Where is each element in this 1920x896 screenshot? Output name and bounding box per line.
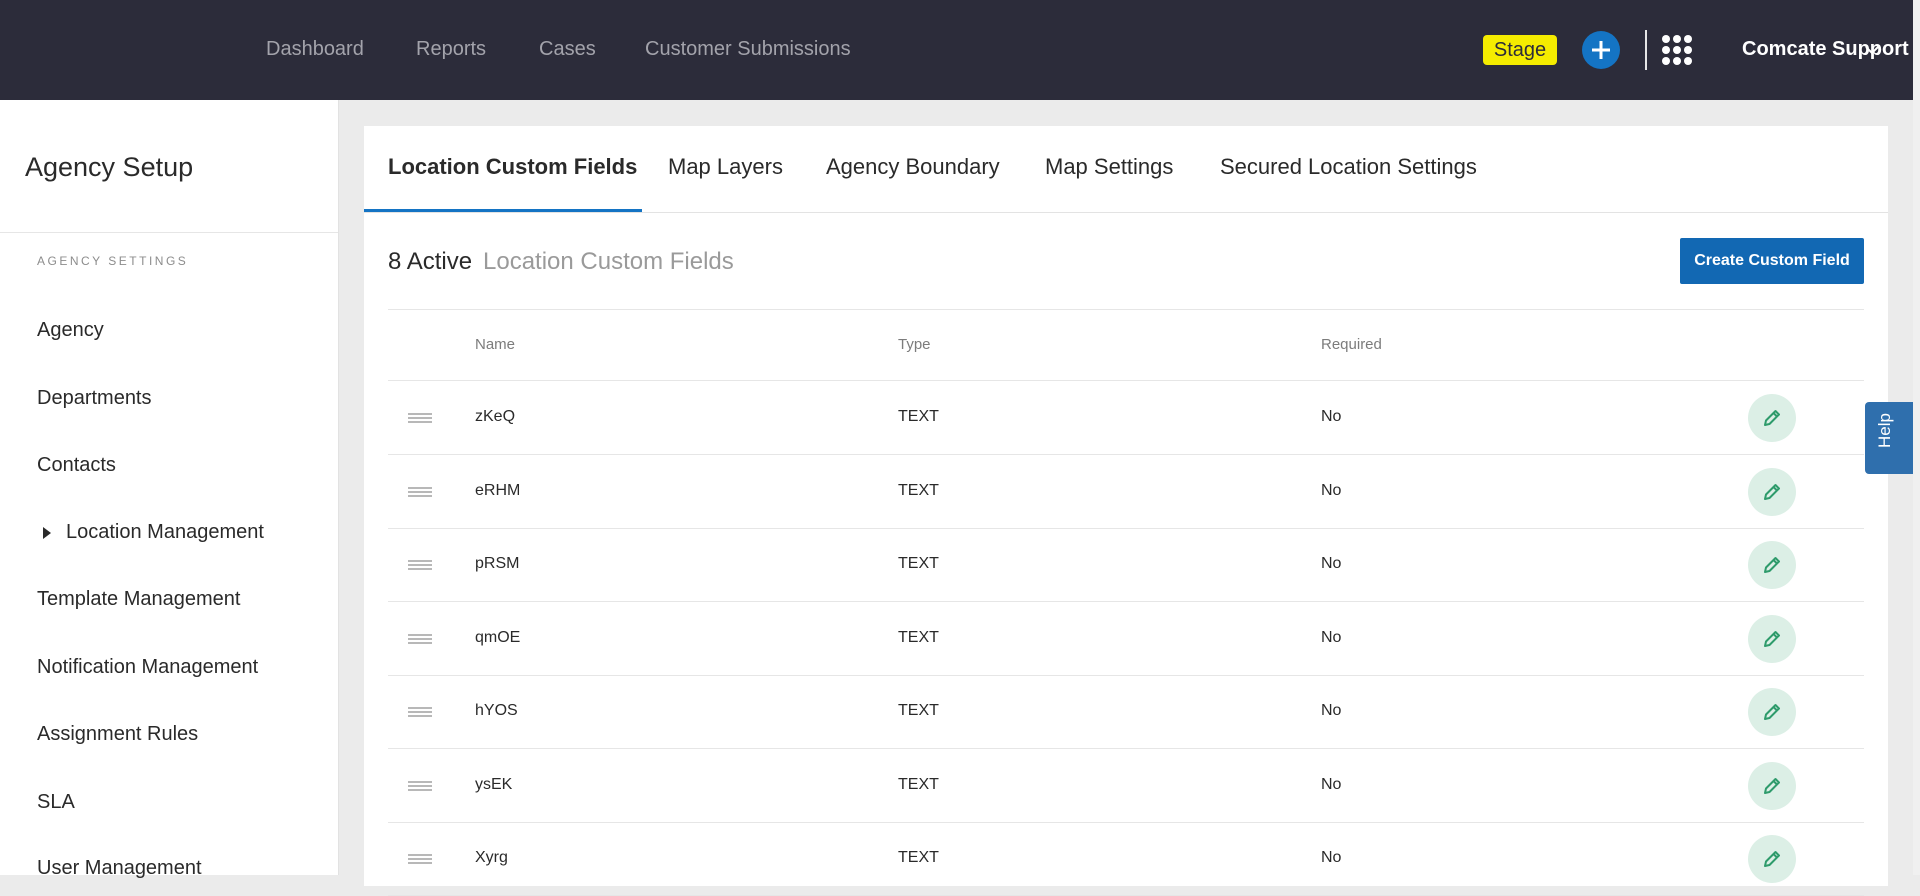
cell-type: TEXT xyxy=(898,775,939,793)
cell-required: No xyxy=(1321,702,1342,719)
drag-handle-icon[interactable] xyxy=(408,413,432,425)
sidebar-item-user-management[interactable]: User Management xyxy=(37,857,202,880)
drag-handle-icon[interactable] xyxy=(408,780,432,793)
environment-badge: Stage xyxy=(1483,35,1557,65)
cell-type: TEXT xyxy=(898,849,939,866)
content-card: Location Custom Fields Map Layers Agency… xyxy=(364,126,1888,896)
cell-name: hYOS xyxy=(475,702,518,719)
edit-button[interactable] xyxy=(1748,688,1796,736)
cell-type: TEXT xyxy=(898,702,939,719)
sidebar: Agency Setup AGENCY SETTINGS Agency Depa… xyxy=(0,100,339,879)
column-header-type: Type xyxy=(898,336,931,353)
edit-button[interactable] xyxy=(1748,541,1796,589)
drag-handle-icon[interactable] xyxy=(408,560,432,572)
tab-agency-boundary[interactable]: Agency Boundary xyxy=(826,154,1000,180)
add-button[interactable] xyxy=(1582,31,1620,69)
drag-handle-icon[interactable] xyxy=(408,707,432,719)
cell-type: TEXT xyxy=(898,408,939,425)
drag-handle-icon[interactable] xyxy=(408,633,432,646)
pencil-icon xyxy=(1764,630,1780,647)
pencil-icon xyxy=(1764,557,1780,573)
create-custom-field-button[interactable]: Create Custom Field xyxy=(1680,238,1864,284)
sidebar-title: Agency Setup xyxy=(25,152,194,182)
help-tab[interactable]: Help xyxy=(1865,402,1913,474)
cell-type: TEXT xyxy=(898,481,939,499)
sidebar-item-template-management[interactable]: Template Management xyxy=(37,588,240,611)
cell-required: No xyxy=(1321,775,1342,793)
sidebar-item-sla[interactable]: SLA xyxy=(37,791,75,814)
cell-required: No xyxy=(1321,849,1342,866)
pencil-icon xyxy=(1764,851,1780,867)
table-row: eRHM TEXT No xyxy=(388,455,1864,529)
table-row: zKeQ TEXT No xyxy=(388,381,1864,455)
page-scrollbar[interactable] xyxy=(1913,0,1920,875)
sidebar-item-location-management[interactable]: Location Management xyxy=(66,521,264,544)
cell-required: No xyxy=(1321,408,1342,425)
pencil-icon xyxy=(1764,704,1780,720)
top-navigation-bar: Dashboard Reports Cases Customer Submiss… xyxy=(0,0,1920,100)
table-row: hYOS TEXT No xyxy=(388,675,1864,749)
chevron-down-icon[interactable] xyxy=(1864,45,1880,55)
nav-dashboard[interactable]: Dashboard xyxy=(266,38,364,61)
tab-secured-location-settings[interactable]: Secured Location Settings xyxy=(1220,154,1477,180)
sidebar-item-agency[interactable]: Agency xyxy=(37,319,104,342)
org-switcher[interactable]: Comcate Support xyxy=(1742,38,1909,61)
grid-icon[interactable] xyxy=(1661,34,1693,66)
table-row: ysEK TEXT No xyxy=(388,749,1864,823)
cell-name: Xyrg xyxy=(475,849,508,866)
sidebar-item-assignment-rules[interactable]: Assignment Rules xyxy=(37,723,198,746)
drag-handle-icon[interactable] xyxy=(408,854,432,866)
topbar-divider xyxy=(1645,30,1647,70)
nav-cases[interactable]: Cases xyxy=(539,38,596,61)
header-divider xyxy=(388,309,1864,310)
nav-reports[interactable]: Reports xyxy=(416,38,486,61)
edit-button[interactable] xyxy=(1748,614,1796,663)
column-header-name: Name xyxy=(475,336,516,353)
pencil-icon xyxy=(1764,777,1780,794)
table-row: Xyrg TEXT No xyxy=(388,822,1864,896)
edit-button[interactable] xyxy=(1748,467,1796,516)
cell-type: TEXT xyxy=(898,555,939,572)
cell-name: eRHM xyxy=(475,481,521,499)
column-header-required: Required xyxy=(1321,336,1382,353)
list-subtitle: Location Custom Fields xyxy=(483,248,734,275)
edit-button[interactable] xyxy=(1748,835,1796,883)
tab-location-custom-fields[interactable]: Location Custom Fields xyxy=(388,154,637,180)
sidebar-item-notification-management[interactable]: Notification Management xyxy=(37,656,258,679)
sidebar-item-contacts[interactable]: Contacts xyxy=(37,454,116,477)
drag-handle-icon[interactable] xyxy=(408,486,432,499)
help-label: Help xyxy=(1875,413,1894,448)
sidebar-item-departments[interactable]: Departments xyxy=(37,387,152,410)
edit-button[interactable] xyxy=(1748,394,1796,442)
active-count: 8 Active xyxy=(388,248,473,275)
cell-required: No xyxy=(1321,628,1342,646)
table-row: qmOE TEXT No xyxy=(388,602,1864,676)
pencil-icon xyxy=(1764,410,1780,426)
cell-required: No xyxy=(1321,481,1342,499)
tab-map-layers[interactable]: Map Layers xyxy=(668,154,783,180)
cell-name: qmOE xyxy=(475,628,521,646)
tab-bar: Location Custom Fields Map Layers Agency… xyxy=(364,126,1888,213)
cell-name: pRSM xyxy=(475,555,520,572)
tab-map-settings[interactable]: Map Settings xyxy=(1045,154,1173,180)
edit-button[interactable] xyxy=(1748,761,1796,810)
cell-name: ysEK xyxy=(475,775,513,793)
sidebar-section-label: AGENCY SETTINGS xyxy=(37,254,189,268)
nav-customer-submissions[interactable]: Customer Submissions xyxy=(645,38,851,61)
plus-icon xyxy=(1592,41,1610,59)
sidebar-divider xyxy=(0,232,338,233)
cell-required: No xyxy=(1321,555,1342,572)
cell-type: TEXT xyxy=(898,628,939,646)
pencil-icon xyxy=(1764,483,1780,500)
caret-right-icon[interactable] xyxy=(43,527,51,539)
table-row: pRSM TEXT No xyxy=(388,528,1864,602)
cell-name: zKeQ xyxy=(475,408,516,425)
active-tab-indicator xyxy=(364,209,642,212)
